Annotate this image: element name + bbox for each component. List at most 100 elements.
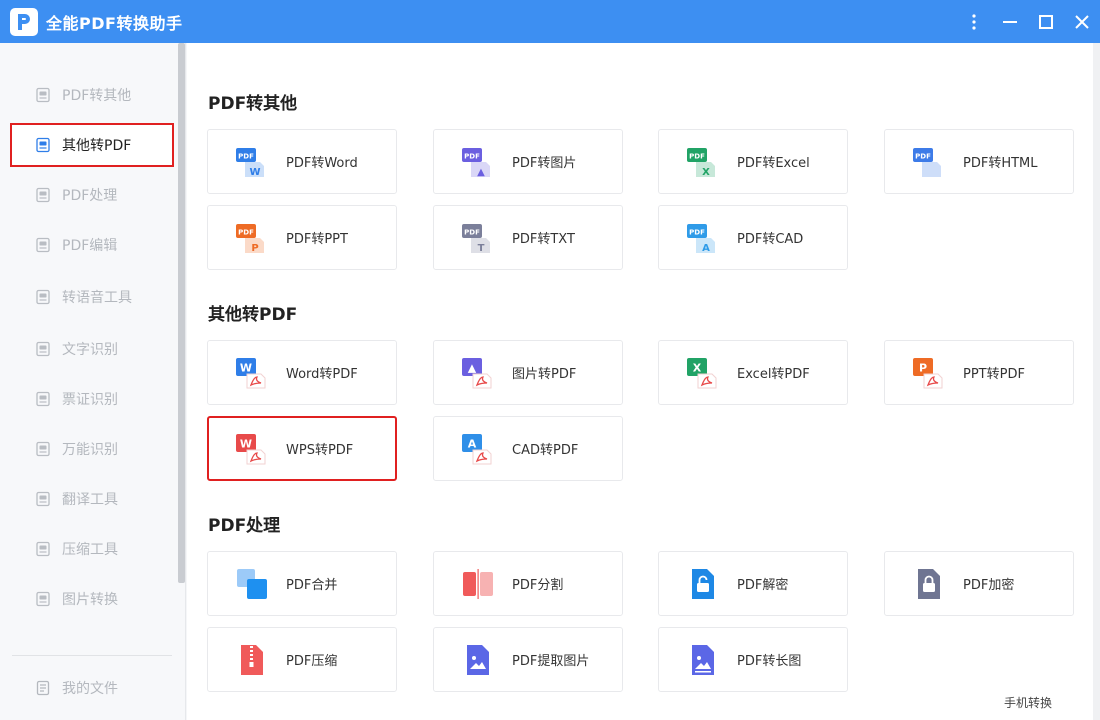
pdf-file-icon [34,136,52,154]
sidebar-item-label: 票证识别 [62,392,118,408]
to-pdf-icon: P [913,357,945,389]
sidebar-item-9[interactable]: 压缩工具 [10,527,174,571]
svg-text:P: P [251,243,258,254]
sidebar: PDF转其他 其他转PDF PDF处理 PDF编辑转语音工具文字识别票证识别万能识别翻… [0,43,186,720]
extract-image-icon [462,644,494,676]
svg-text:P: P [919,361,927,374]
pdf-convert-icon: PDF W [236,146,268,178]
to-pdf-icon: W [236,433,268,465]
to-pdf-icon: ▲ [462,357,494,389]
compress-icon [34,540,52,558]
tool-card[interactable]: A CAD转PDF [433,416,623,481]
sidebar-item-label: 其他转PDF [62,138,132,154]
tool-card-label: PDF压缩 [286,654,338,669]
tool-card[interactable]: PDF X PDF转Excel [658,129,848,194]
tool-card[interactable]: PDF PDF转HTML [884,129,1074,194]
sidebar-item-3[interactable]: PDF编辑 [10,223,174,267]
tool-card[interactable]: W WPS转PDF [207,416,397,481]
tool-card[interactable]: X Excel转PDF [658,340,848,405]
sidebar-item-6[interactable]: 票证识别 [10,377,174,421]
tool-card-label: PDF转Word [286,156,358,171]
section-title: 其他转PDF [208,305,298,325]
minimize-icon[interactable] [992,0,1028,43]
lock-icon [913,568,945,600]
ocr-icon [34,340,52,358]
svg-text:PDF: PDF [689,152,705,160]
tool-card-label: Word转PDF [286,367,358,382]
tool-card-label: Excel转PDF [737,367,810,382]
tool-card-label: PDF分割 [512,578,564,593]
sidebar-item-10[interactable]: 图片转换 [10,577,174,621]
main-scrollbar-track [1093,43,1100,720]
app-logo-icon [10,7,38,36]
svg-text:PDF: PDF [464,228,480,236]
sidebar-item-label: 翻译工具 [62,492,118,508]
mobile-convert-link[interactable]: 手机转换 [1004,694,1052,711]
tool-card[interactable]: PDF解密 [658,551,848,616]
to-pdf-icon: A [462,433,494,465]
svg-text:PDF: PDF [238,152,254,160]
tool-card[interactable]: PDF A PDF转CAD [658,205,848,270]
tool-card-label: CAD转PDF [512,443,579,458]
tool-card[interactable]: PDF T PDF转TXT [433,205,623,270]
tool-card[interactable]: PDF ▲ PDF转图片 [433,129,623,194]
tool-card[interactable]: PDF转长图 [658,627,848,692]
tool-card[interactable]: PDF P PDF转PPT [207,205,397,270]
more-menu-icon[interactable] [956,0,992,43]
close-icon[interactable] [1064,0,1100,43]
sidebar-item-label: PDF编辑 [62,238,118,254]
sidebar-item-label: 图片转换 [62,592,118,608]
svg-text:PDF: PDF [464,152,480,160]
maximize-icon[interactable] [1028,0,1064,43]
sidebar-item-1[interactable]: 其他转PDF [10,123,174,167]
unlock-icon [687,568,719,600]
translate-icon [34,490,52,508]
sidebar-item-label: PDF转其他 [62,88,132,104]
long-image-icon [687,644,719,676]
tool-card[interactable]: W Word转PDF [207,340,397,405]
zip-icon [236,644,268,676]
sidebar-item-4[interactable]: 转语音工具 [10,275,174,319]
sidebar-item-label: PDF处理 [62,188,118,204]
tool-card[interactable]: ▲ 图片转PDF [433,340,623,405]
tool-card-label: PDF提取图片 [512,654,590,669]
pdf-convert-icon: PDF ▲ [462,146,494,178]
tool-card[interactable]: PDF W PDF转Word [207,129,397,194]
pdf-file-icon [34,86,52,104]
tool-card-label: PDF转PPT [286,232,348,247]
svg-text:X: X [702,167,710,178]
tool-card-label: PDF转Excel [737,156,810,171]
sidebar-item-label: 万能识别 [62,442,118,458]
tool-card-label: PDF转HTML [963,156,1038,171]
sidebar-item-5[interactable]: 文字识别 [10,327,174,371]
tool-card-label: PDF转CAD [737,232,804,247]
sidebar-item-label: 压缩工具 [62,542,118,558]
sidebar-item-2[interactable]: PDF处理 [10,173,174,217]
tool-card-label: PDF合并 [286,578,338,593]
section-title: PDF处理 [208,516,281,536]
title-bar: 全能PDF转换助手 [0,0,1100,43]
sidebar-item-my-files[interactable]: 我的文件 [10,667,174,709]
tool-card[interactable]: PDF分割 [433,551,623,616]
image-convert-icon [34,590,52,608]
main-panel: PDF转其他 PDF W PDF转Word PDF ▲ PDF转图片 PDF X PDF转Exce… [187,43,1093,720]
tool-card[interactable]: PDF提取图片 [433,627,623,692]
tool-card[interactable]: P PPT转PDF [884,340,1074,405]
sidebar-scrollbar[interactable] [178,43,185,583]
svg-text:▲: ▲ [477,167,485,178]
tool-card[interactable]: PDF加密 [884,551,1074,616]
svg-text:PDF: PDF [915,152,931,160]
sidebar-item-7[interactable]: 万能识别 [10,427,174,471]
svg-text:W: W [249,167,260,178]
svg-text:A: A [468,437,477,450]
tool-card-label: 图片转PDF [512,367,577,382]
sidebar-item-8[interactable]: 翻译工具 [10,477,174,521]
tool-card[interactable]: PDF合并 [207,551,397,616]
to-pdf-icon: X [687,357,719,389]
tool-card[interactable]: PDF压缩 [207,627,397,692]
tool-card-label: PDF转TXT [512,232,575,247]
tool-card-label: PDF解密 [737,578,789,593]
merge-icon [236,568,268,600]
sidebar-item-0[interactable]: PDF转其他 [10,73,174,117]
tool-card-label: PPT转PDF [963,367,1025,382]
